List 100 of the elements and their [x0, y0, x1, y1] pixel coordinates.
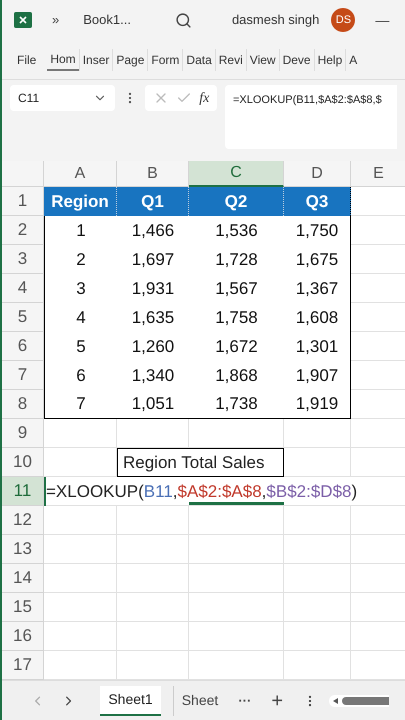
- table-cell-text: 1,635: [130, 306, 176, 329]
- table-header-cell: Q2: [189, 187, 284, 216]
- table-cell-text: 1,340: [130, 364, 176, 387]
- table-header-cell: Q1: [117, 187, 189, 216]
- empty-cell[interactable]: [284, 506, 351, 535]
- user-name: dasmesh singh: [232, 11, 320, 30]
- empty-cell[interactable]: [284, 419, 351, 448]
- overflow-chevrons[interactable]: »: [52, 10, 60, 30]
- empty-cell[interactable]: [284, 593, 351, 622]
- minimize-button[interactable]: —: [375, 10, 390, 30]
- spreadsheet-app-icon: [14, 12, 32, 28]
- table-cell: 4: [44, 303, 117, 332]
- more-sheets-button[interactable]: ···: [238, 690, 252, 710]
- table-cell-text: 1,567: [214, 278, 259, 300]
- empty-cell[interactable]: [189, 622, 284, 651]
- scroll-left-icon[interactable]: [333, 698, 338, 704]
- horizontal-scrollbar[interactable]: [329, 694, 389, 706]
- table-cell: 1,919: [284, 390, 351, 419]
- empty-cell[interactable]: [189, 593, 284, 622]
- row-header[interactable]: 8: [2, 390, 44, 419]
- name-box[interactable]: C11: [10, 85, 115, 111]
- table-cell: 1,367: [284, 274, 351, 303]
- empty-cell[interactable]: [117, 419, 189, 448]
- column-header[interactable]: B: [117, 161, 189, 187]
- table-cell: 1,750: [284, 216, 351, 245]
- ribbon-tab[interactable]: Page: [112, 48, 148, 70]
- table-cell: 1,301: [284, 332, 351, 361]
- table-cell: 1: [44, 216, 117, 245]
- empty-cell[interactable]: [117, 593, 189, 622]
- row-header[interactable]: 6: [2, 332, 44, 361]
- table-cell: 1,738: [189, 390, 284, 419]
- table-cell: 2: [44, 245, 117, 274]
- table-cell: 7: [44, 390, 117, 419]
- table-cell-text: 1,536: [214, 220, 259, 242]
- row-header[interactable]: 7: [2, 361, 44, 390]
- column-header[interactable]: A: [44, 161, 117, 187]
- table-cell-text: 1,931: [130, 278, 176, 300]
- formula-input[interactable]: =XLOOKUP(B11,$A$2:$A$8,$: [225, 85, 397, 149]
- row-header[interactable]: 10: [2, 448, 44, 477]
- sheet-tab[interactable]: Sheet1: [100, 686, 161, 716]
- table-cell-text: 1,466: [130, 220, 176, 242]
- row-header[interactable]: 4: [2, 274, 44, 303]
- row-header[interactable]: 14: [2, 564, 44, 593]
- ribbon-tab[interactable]: Hom: [47, 48, 79, 70]
- table-cell: 5: [44, 332, 117, 361]
- ribbon-tab[interactable]: A: [345, 48, 360, 70]
- row-header[interactable]: 9: [2, 419, 44, 448]
- table-cell: 3: [44, 274, 117, 303]
- workbook-title[interactable]: Book1...: [83, 10, 131, 30]
- empty-cell[interactable]: [284, 622, 351, 651]
- row-header[interactable]: 2: [2, 216, 44, 245]
- column-header[interactable]: D: [284, 161, 351, 187]
- empty-cell[interactable]: [189, 564, 284, 593]
- ribbon-tab[interactable]: Data: [182, 48, 215, 70]
- table-cell: 1,675: [284, 245, 351, 274]
- table-cell: 1,051: [117, 390, 189, 419]
- row-header[interactable]: 15: [2, 593, 44, 622]
- user-avatar[interactable]: DS: [331, 8, 356, 32]
- ribbon-tab[interactable]: View: [246, 48, 279, 70]
- empty-cell[interactable]: [189, 535, 284, 564]
- row-header[interactable]: 16: [2, 622, 44, 651]
- table-cell-text: 1,672: [214, 336, 259, 358]
- empty-cell[interactable]: [284, 564, 351, 593]
- empty-cell[interactable]: [284, 448, 351, 477]
- empty-cell[interactable]: [117, 564, 189, 593]
- table-cell-text: 1,697: [130, 248, 176, 271]
- column-header[interactable]: E: [351, 161, 405, 187]
- empty-cell[interactable]: [284, 535, 351, 564]
- table-cell-text: 1,758: [214, 306, 259, 329]
- search-icon[interactable]: [174, 12, 192, 28]
- row-header[interactable]: 13: [2, 535, 44, 564]
- empty-cell[interactable]: [117, 506, 189, 535]
- ribbon-tab[interactable]: File: [14, 48, 40, 70]
- table-cell: 1,907: [284, 361, 351, 390]
- empty-cell[interactable]: [189, 419, 284, 448]
- ribbon-tab[interactable]: Inser: [78, 48, 112, 70]
- column-header[interactable]: C: [189, 161, 284, 187]
- table-header-cell: Region: [44, 187, 117, 216]
- row-header[interactable]: 5: [2, 303, 44, 332]
- table-header-cell: Q3: [284, 187, 351, 216]
- scrollbar-thumb[interactable]: [342, 696, 389, 704]
- ribbon-tab[interactable]: Form: [147, 48, 182, 70]
- table-cell: 6: [44, 361, 117, 390]
- empty-cell[interactable]: [117, 535, 189, 564]
- add-sheet-button[interactable]: +: [271, 686, 283, 716]
- row-header[interactable]: 3: [2, 245, 44, 274]
- select-all-corner[interactable]: [2, 161, 44, 187]
- ribbon-tab[interactable]: Deve: [278, 48, 314, 70]
- table-cell: 1,608: [284, 303, 351, 332]
- function-button[interactable]: fx: [199, 88, 210, 108]
- empty-cell[interactable]: [117, 622, 189, 651]
- row-header[interactable]: 12: [2, 506, 44, 535]
- row-header[interactable]: 11: [2, 477, 44, 506]
- sheet-tab[interactable]: Sheet: [172, 686, 226, 716]
- ribbon-tab[interactable]: Help: [314, 48, 346, 70]
- empty-cell[interactable]: [189, 506, 284, 535]
- row-header[interactable]: 17: [2, 651, 44, 680]
- ribbon-tab[interactable]: Revi: [214, 48, 246, 70]
- row-header[interactable]: 1: [2, 187, 44, 216]
- table-cell-text: 1,260: [130, 336, 176, 358]
